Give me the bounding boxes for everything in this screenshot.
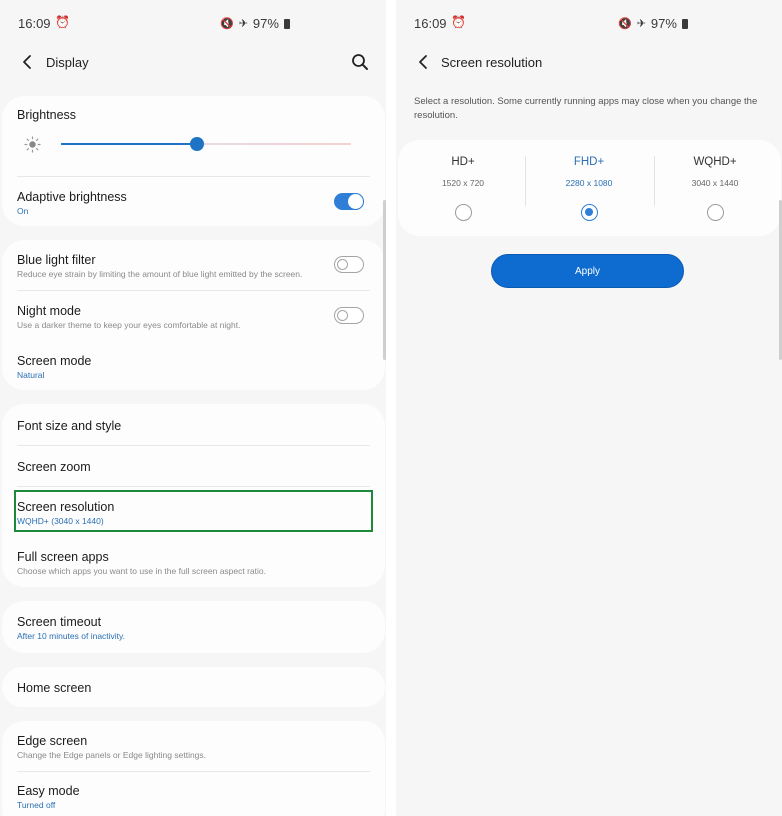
page-title: Screen resolution xyxy=(441,55,543,70)
back-arrow-icon[interactable] xyxy=(414,52,434,72)
screen-mode-title: Screen mode xyxy=(17,354,92,368)
resolution-option-fhd[interactable]: FHD+ 2280 x 1080 xyxy=(525,140,653,236)
resolution-name: WQHD+ xyxy=(693,156,737,168)
screen-zoom-title: Screen zoom xyxy=(17,460,91,474)
resolution-dims: 3040 x 1440 xyxy=(691,178,739,188)
brightness-slider-fill xyxy=(61,143,197,145)
easy-mode-row[interactable]: Easy mode Turned off xyxy=(17,784,370,814)
night-mode-row[interactable]: Night mode Use a darker theme to keep yo… xyxy=(17,304,370,334)
app-bar: Display xyxy=(0,44,386,80)
screen-mode-row[interactable]: Screen mode Natural xyxy=(17,354,370,384)
battery-percent: 97% xyxy=(252,16,279,31)
radio-hd[interactable] xyxy=(455,204,472,221)
resolution-name: FHD+ xyxy=(573,156,605,168)
screen-divider xyxy=(386,0,396,816)
alarm-icon: ⏰ xyxy=(451,15,466,29)
resolution-option-wqhd[interactable]: WQHD+ 3040 x 1440 xyxy=(651,140,779,236)
app-bar: Screen resolution xyxy=(396,44,782,80)
resolution-dims: 1520 x 720 xyxy=(441,178,485,188)
airplane-icon: ✈ xyxy=(636,18,646,30)
font-size-title: Font size and style xyxy=(17,419,122,433)
search-icon[interactable] xyxy=(350,52,370,72)
display-settings-screen: 16:09 ⏰ 🔇 ✈ 97% Display Brightness Adapt… xyxy=(0,0,386,816)
battery-percent: 97% xyxy=(650,16,677,31)
full-screen-apps-row[interactable]: Full screen apps Choose which apps you w… xyxy=(17,550,370,580)
edge-screen-row[interactable]: Edge screen Change the Edge panels or Ed… xyxy=(17,734,370,764)
brightness-slider-thumb[interactable] xyxy=(190,137,204,151)
adaptive-brightness-status: On xyxy=(17,206,29,216)
divider xyxy=(17,176,370,177)
blue-light-filter-row[interactable]: Blue light filter Reduce eye strain by l… xyxy=(17,253,370,283)
screen-zoom-row[interactable]: Screen zoom xyxy=(17,460,370,480)
resolution-dims: 2280 x 1080 xyxy=(565,178,613,188)
adaptive-brightness-row[interactable]: Adaptive brightness On xyxy=(17,190,370,220)
home-screen-title: Home screen xyxy=(17,681,92,695)
font-size-row[interactable]: Font size and style xyxy=(17,419,370,439)
divider xyxy=(17,771,370,772)
edge-screen-desc: Change the Edge panels or Edge lighting … xyxy=(17,750,207,760)
status-bar: 16:09 ⏰ 🔇 ✈ 97% xyxy=(396,14,782,34)
blue-light-filter-title: Blue light filter xyxy=(17,253,96,267)
resolution-name: HD+ xyxy=(451,156,475,168)
night-mode-toggle[interactable] xyxy=(334,307,364,324)
mute-icon: 🔇 xyxy=(618,18,632,30)
resolution-options-card: HD+ 1520 x 720 FHD+ 2280 x 1080 WQHD+ 30… xyxy=(398,140,781,236)
sun-icon xyxy=(24,136,41,153)
screen-timeout-title: Screen timeout xyxy=(17,615,102,629)
battery-icon xyxy=(283,18,290,29)
screen-mode-value: Natural xyxy=(17,370,45,380)
easy-mode-value: Turned off xyxy=(17,800,56,810)
resolution-option-hd[interactable]: HD+ 1520 x 720 xyxy=(399,140,527,236)
alarm-icon: ⏰ xyxy=(55,15,70,29)
full-screen-apps-desc: Choose which apps you want to use in the… xyxy=(17,566,267,576)
night-mode-desc: Use a darker theme to keep your eyes com… xyxy=(17,320,241,330)
divider xyxy=(17,486,370,487)
status-time: 16:09 xyxy=(414,16,447,31)
home-screen-row[interactable]: Home screen xyxy=(17,681,370,701)
divider xyxy=(17,290,370,291)
radio-wqhd[interactable] xyxy=(707,204,724,221)
screen-resolution-screen: 16:09 ⏰ 🔇 ✈ 97% Screen resolution Select… xyxy=(396,0,782,816)
back-arrow-icon[interactable] xyxy=(18,52,38,72)
divider xyxy=(17,445,370,446)
status-time: 16:09 xyxy=(18,16,51,31)
resolution-description: Select a resolution. Some currently runn… xyxy=(414,96,758,121)
battery-icon xyxy=(681,18,688,29)
brightness-label: Brightness xyxy=(17,108,77,122)
airplane-icon: ✈ xyxy=(238,18,248,30)
adaptive-brightness-title: Adaptive brightness xyxy=(17,190,127,204)
screen-timeout-value: After 10 minutes of inactivity. xyxy=(17,631,126,641)
adaptive-brightness-toggle[interactable] xyxy=(334,192,364,210)
blue-light-filter-toggle[interactable] xyxy=(334,256,364,273)
highlight-box xyxy=(14,490,373,532)
page-title: Display xyxy=(46,55,89,70)
screen-timeout-row[interactable]: Screen timeout After 10 minutes of inact… xyxy=(17,615,370,645)
apply-button[interactable]: Apply xyxy=(491,254,684,288)
mute-icon: 🔇 xyxy=(220,18,234,30)
status-bar: 16:09 ⏰ 🔇 ✈ 97% xyxy=(0,14,386,34)
edge-screen-title: Edge screen xyxy=(17,734,88,748)
full-screen-apps-title: Full screen apps xyxy=(17,550,109,564)
night-mode-title: Night mode xyxy=(17,304,81,318)
easy-mode-title: Easy mode xyxy=(17,784,80,798)
blue-light-filter-desc: Reduce eye strain by limiting the amount… xyxy=(17,269,303,279)
radio-fhd[interactable] xyxy=(581,204,598,221)
